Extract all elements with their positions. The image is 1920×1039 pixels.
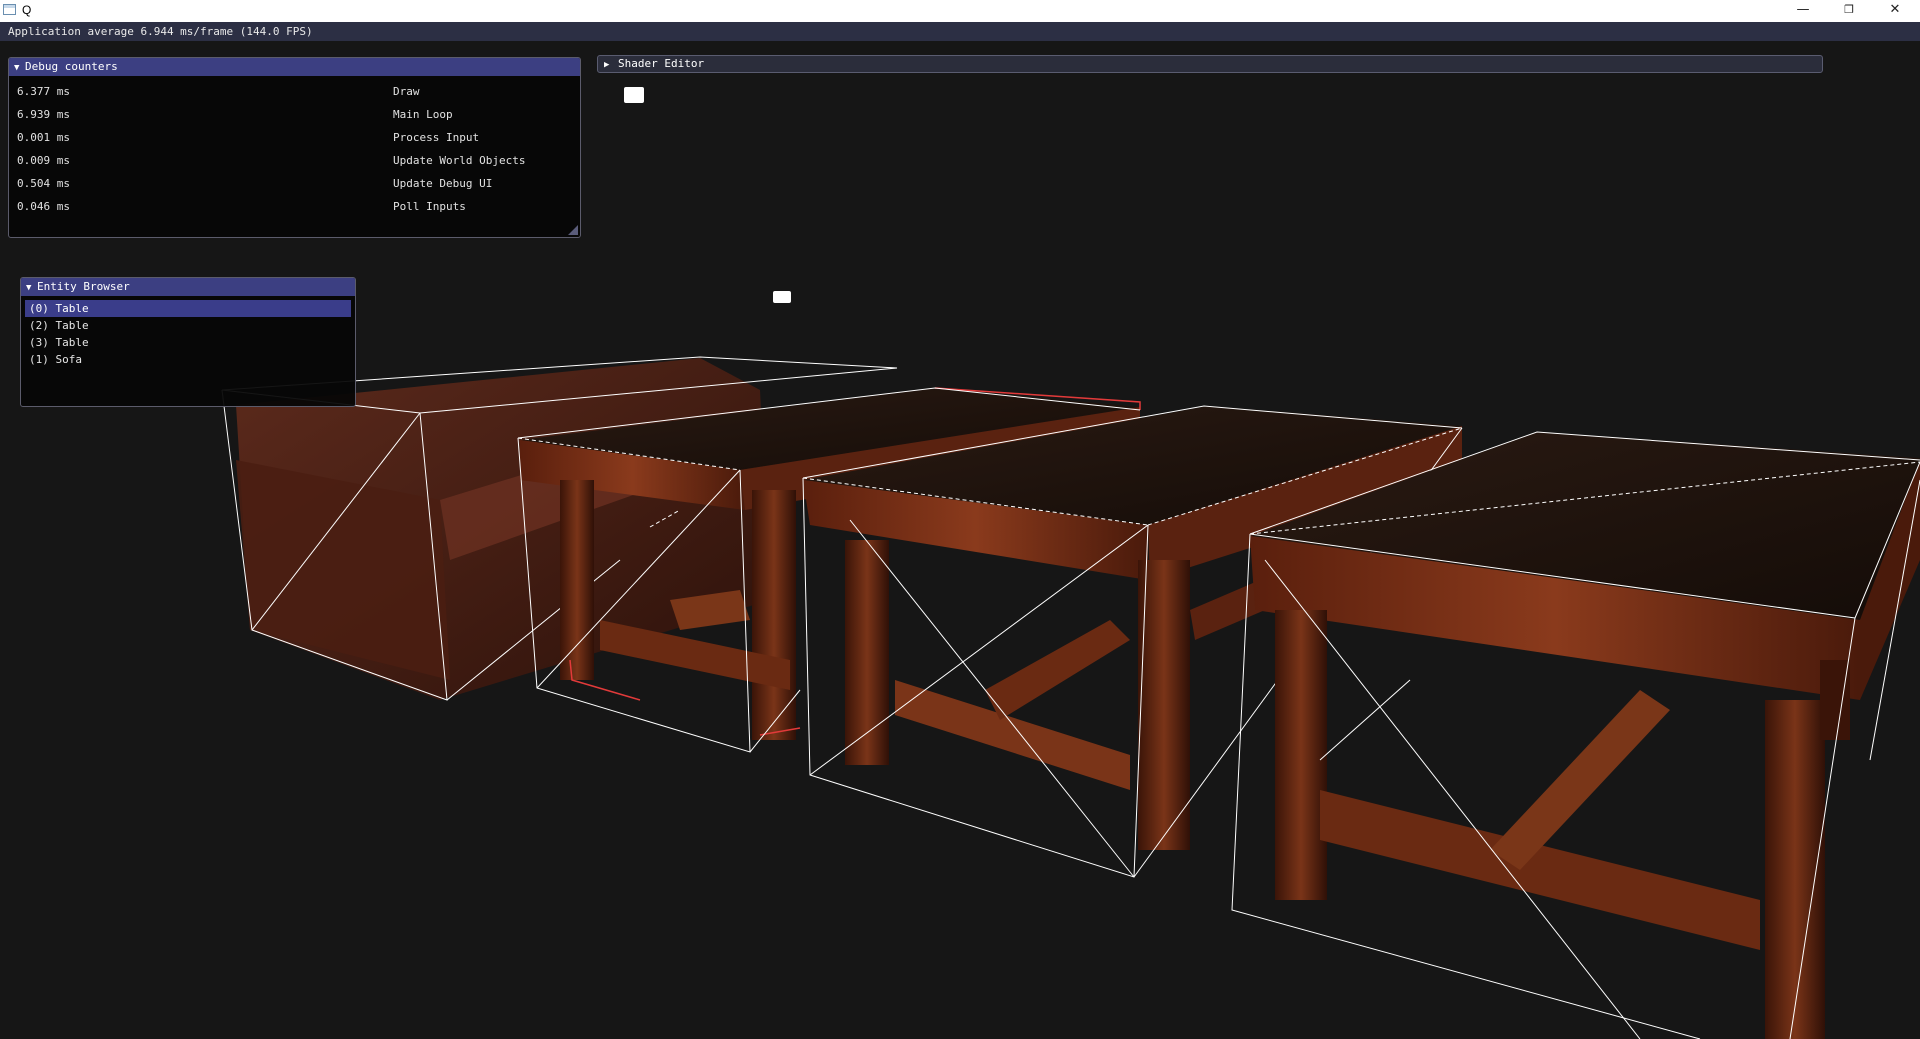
counter-label: Process Input [393,131,480,144]
counter-time: 6.377 ms [17,85,70,98]
gizmo-marker [773,291,791,303]
table-2-model[interactable] [803,406,1462,850]
window-title: Shader Editor [618,57,705,70]
debug-counters-header[interactable]: ▼ Debug counters [9,58,580,76]
counter-time: 0.504 ms [17,177,70,190]
counter-label: Poll Inputs [393,200,466,213]
list-item[interactable]: (3) Table [25,334,351,351]
close-button[interactable]: ✕ [1872,0,1918,22]
list-item[interactable]: (1) Sofa [25,351,351,368]
counter-time: 6.939 ms [17,108,70,121]
window-title: Debug counters [25,60,118,73]
counter-label: Update World Objects [393,154,526,167]
table-row: 0.009 ms Update World Objects [17,149,525,172]
restore-button[interactable]: ❐ [1826,0,1872,22]
gizmo-marker [624,87,644,103]
window-title: Q [22,3,32,17]
table-row: 0.504 ms Update Debug UI [17,172,525,195]
table-row: 6.939 ms Main Loop [17,103,525,126]
table-row: 0.001 ms Process Input [17,126,525,149]
debug-counters-window[interactable]: ▼ Debug counters 6.377 ms Draw 6.939 ms Mai… [8,57,581,238]
resize-grip-icon[interactable] [568,225,578,235]
entity-browser-window[interactable]: ▼ Entity Browser (0) Table (2) Table (3) … [20,277,356,407]
minimize-button[interactable]: — [1780,0,1826,22]
window-title: Entity Browser [37,280,130,293]
app-window-icon [3,4,16,15]
counter-label: Draw [393,85,420,98]
list-item[interactable]: (0) Table [25,300,351,317]
counters-table: 6.377 ms Draw 6.939 ms Main Loop 0.001 ms P… [17,80,525,218]
shader-editor-header[interactable]: ▶ Shader Editor [597,55,1823,73]
table-row: 6.377 ms Draw [17,80,525,103]
main-menu-bar: Application average 6.944 ms/frame (144.… [0,22,1920,41]
counter-label: Update Debug UI [393,177,493,190]
collapse-arrow-icon[interactable]: ▼ [26,279,37,297]
list-item[interactable]: (2) Table [25,317,351,334]
counter-time: 0.001 ms [17,131,70,144]
expand-arrow-icon[interactable]: ▶ [604,57,618,73]
table-row: 0.046 ms Poll Inputs [17,195,525,218]
os-title-bar: Q — ❐ ✕ [0,0,1920,22]
counter-time: 0.046 ms [17,200,70,213]
entity-browser-header[interactable]: ▼ Entity Browser [21,278,355,296]
frame-stats-text: Application average 6.944 ms/frame (144.… [8,25,313,38]
entity-list: (0) Table (2) Table (3) Table (1) Sofa [25,300,351,368]
collapse-arrow-icon[interactable]: ▼ [14,59,25,77]
counter-label: Main Loop [393,108,453,121]
counter-time: 0.009 ms [17,154,70,167]
